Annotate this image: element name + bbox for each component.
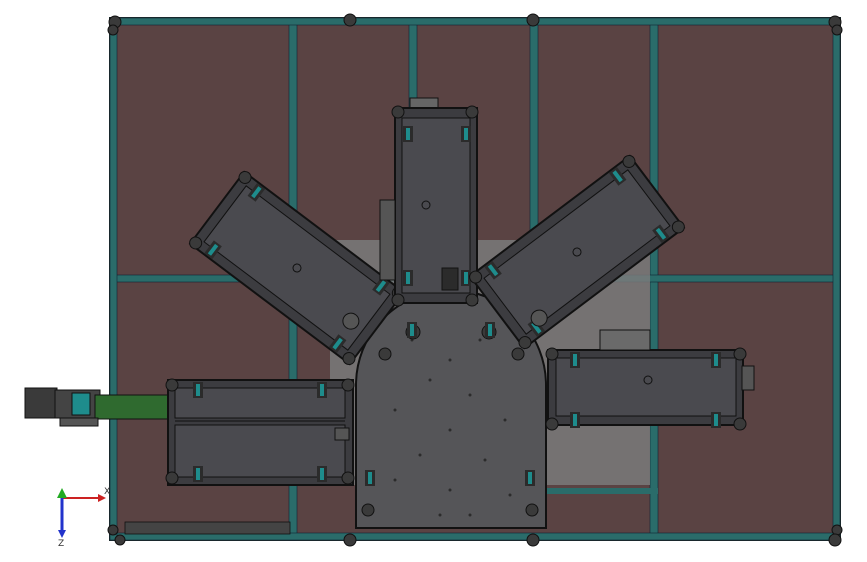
cad-viewport[interactable] <box>0 0 867 562</box>
z-axis-label: Z <box>58 539 64 549</box>
station-top <box>379 97 479 307</box>
station-left <box>165 378 355 486</box>
coordinate-triad-icon: X Z <box>57 487 110 549</box>
x-axis-label: X <box>104 487 110 497</box>
